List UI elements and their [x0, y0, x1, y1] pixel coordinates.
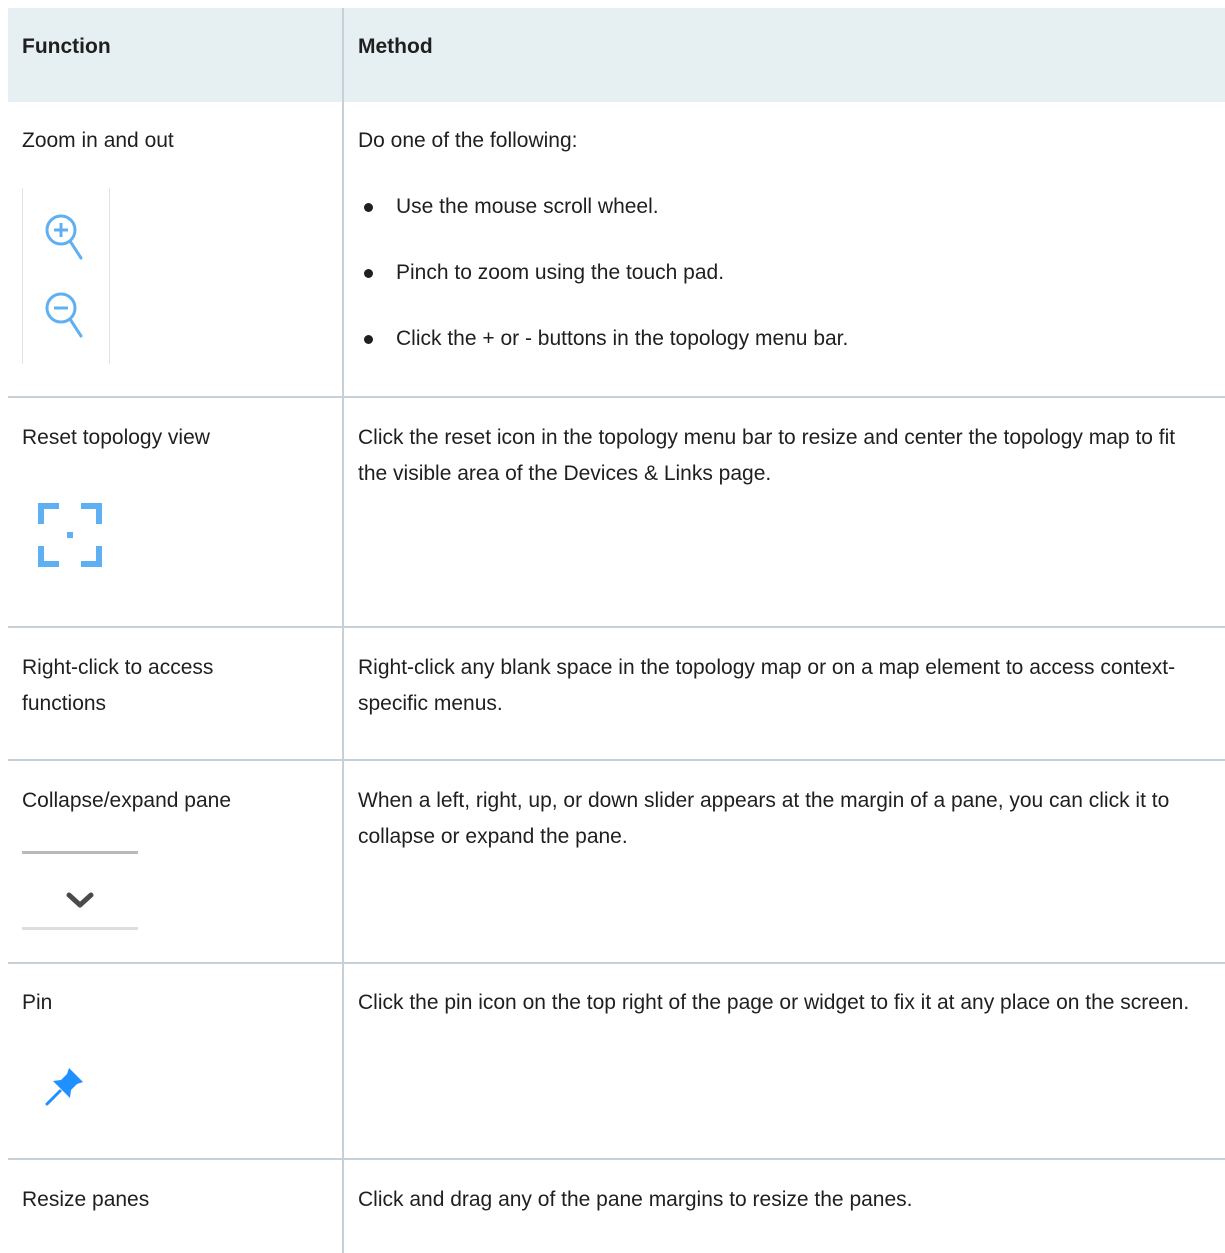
row-divider: [8, 1158, 1225, 1160]
slider-bottom-line: [22, 927, 138, 930]
list-item: Pinch to zoom using the touch pad.: [358, 255, 1208, 291]
row-divider: [8, 962, 1225, 964]
collapse-slider: [22, 851, 138, 931]
zoom-out-icon: [45, 292, 83, 338]
row-divider: [8, 759, 1225, 761]
method-zoom: Do one of the following: Use the mouse s…: [358, 123, 1208, 357]
chevron-down-icon: [66, 892, 94, 908]
zoom-controls: [22, 188, 110, 364]
method-collapse-expand: When a left, right, up, or down slider a…: [358, 789, 1170, 848]
function-collapse-expand: Collapse/expand pane: [22, 789, 231, 812]
pin-icon: [45, 1068, 83, 1106]
slider-top-line: [22, 851, 138, 854]
method-right-click: Right-click any blank space in the topol…: [358, 656, 1176, 715]
row-divider: [8, 396, 1225, 398]
row-divider: [8, 626, 1225, 628]
method-reset: Click the reset icon in the topology men…: [358, 426, 1176, 485]
method-pin: Click the pin icon on the top right of t…: [358, 991, 1190, 1014]
function-resize: Resize panes: [22, 1188, 150, 1211]
list-item: Click the + or - buttons in the topology…: [358, 321, 1208, 357]
header-method: Method: [358, 35, 433, 58]
column-divider: [342, 8, 344, 1253]
function-right-click: Right-click to access functions: [22, 656, 214, 715]
method-zoom-list: Use the mouse scroll wheel. Pinch to zoo…: [358, 189, 1208, 357]
function-zoom: Zoom in and out: [22, 129, 174, 152]
function-pin: Pin: [22, 991, 53, 1014]
method-resize: Click and drag any of the pane margins t…: [358, 1188, 913, 1211]
function-reset: Reset topology view: [22, 426, 210, 449]
header-function: Function: [22, 35, 111, 58]
table-header: Function Method: [8, 8, 1225, 102]
method-zoom-intro: Do one of the following:: [358, 129, 578, 152]
list-item: Use the mouse scroll wheel.: [358, 189, 1208, 225]
reset-view-icon: [38, 503, 102, 567]
zoom-in-icon: [45, 214, 83, 260]
